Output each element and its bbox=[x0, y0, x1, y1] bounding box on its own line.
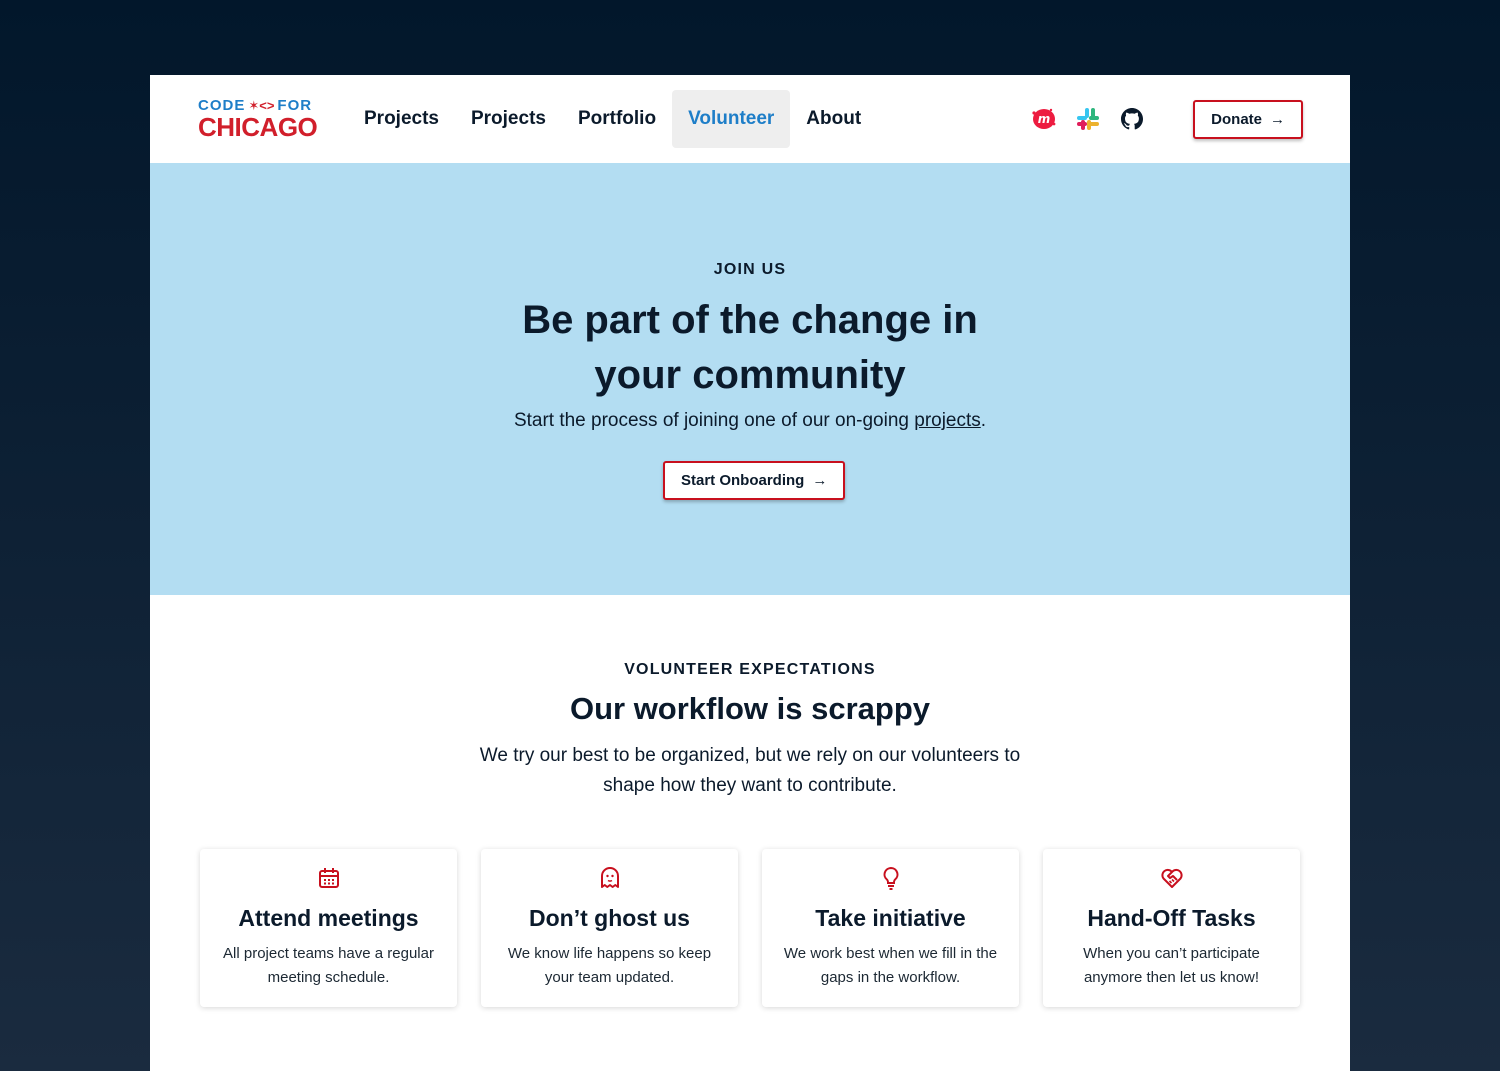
hero-subtitle: Start the process of joining one of our … bbox=[513, 410, 987, 431]
nav-link-projects-2[interactable]: Projects bbox=[455, 90, 562, 148]
meetup-icon[interactable]: m bbox=[1031, 106, 1057, 132]
slack-icon[interactable] bbox=[1075, 106, 1101, 132]
card-text: We know life happens so keep your team u… bbox=[507, 945, 712, 986]
hero-section: JOIN US Be part of the change in your co… bbox=[150, 163, 1350, 595]
card-hand-off-tasks: Hand-Off Tasks When you can’t participat… bbox=[1043, 849, 1300, 1007]
projects-link[interactable]: projects bbox=[914, 410, 981, 431]
expectation-cards: Attend meetings All project teams have a… bbox=[200, 849, 1300, 1007]
card-title: Attend meetings bbox=[238, 905, 419, 931]
arrow-right-icon: → bbox=[812, 472, 828, 489]
code-for-chicago-logo[interactable]: CODE ✶<> FOR CHICAGO bbox=[198, 98, 318, 142]
arrow-right-icon: → bbox=[1270, 110, 1285, 128]
nav-link-portfolio[interactable]: Portfolio bbox=[562, 90, 672, 148]
hero-eyebrow: JOIN US bbox=[713, 261, 787, 278]
github-icon[interactable] bbox=[1119, 106, 1145, 132]
card-title: Don’t ghost us bbox=[529, 905, 690, 931]
card-attend-meetings: Attend meetings All project teams have a… bbox=[200, 849, 457, 1007]
card-text: All project teams have a regular meeting… bbox=[223, 945, 434, 986]
card-dont-ghost-us: Don’t ghost us We know life happens so k… bbox=[481, 849, 738, 1007]
card-title: Take initiative bbox=[815, 905, 966, 931]
card-text: When you can’t participate anymore then … bbox=[1083, 945, 1260, 986]
section-title: Our workflow is scrappy bbox=[569, 691, 931, 726]
top-navigation: CODE ✶<> FOR CHICAGO Projects Projects P… bbox=[150, 75, 1350, 163]
card-text: We work best when we fill in the gaps in… bbox=[783, 945, 998, 986]
card-title: Hand-Off Tasks bbox=[1087, 905, 1256, 931]
nav-link-projects[interactable]: Projects bbox=[348, 90, 455, 148]
calendar-icon bbox=[318, 868, 339, 888]
nav-link-volunteer[interactable]: Volunteer bbox=[672, 90, 791, 148]
section-eyebrow: VOLUNTEER EXPECTATIONS bbox=[624, 661, 876, 678]
card-take-initiative: Take initiative We work best when we fil… bbox=[762, 849, 1019, 1007]
browser-page: CODE ✶<> FOR CHICAGO Projects Projects P… bbox=[150, 75, 1350, 1071]
start-onboarding-button[interactable]: Start Onboarding → bbox=[663, 461, 846, 500]
social-links: m bbox=[1031, 106, 1145, 132]
lightbulb-icon bbox=[883, 866, 898, 890]
section-description: We try our best to be organized, but we … bbox=[479, 745, 1021, 796]
nav-links: Projects Projects Portfolio Volunteer Ab… bbox=[348, 90, 877, 148]
svg-text:m: m bbox=[1038, 112, 1051, 126]
nav-link-about[interactable]: About bbox=[790, 90, 877, 148]
donate-button[interactable]: Donate → bbox=[1193, 99, 1303, 139]
heart-handshake-icon bbox=[1160, 868, 1183, 888]
hero-title: Be part of the change in your community bbox=[522, 298, 978, 397]
ghost-icon bbox=[600, 867, 619, 888]
